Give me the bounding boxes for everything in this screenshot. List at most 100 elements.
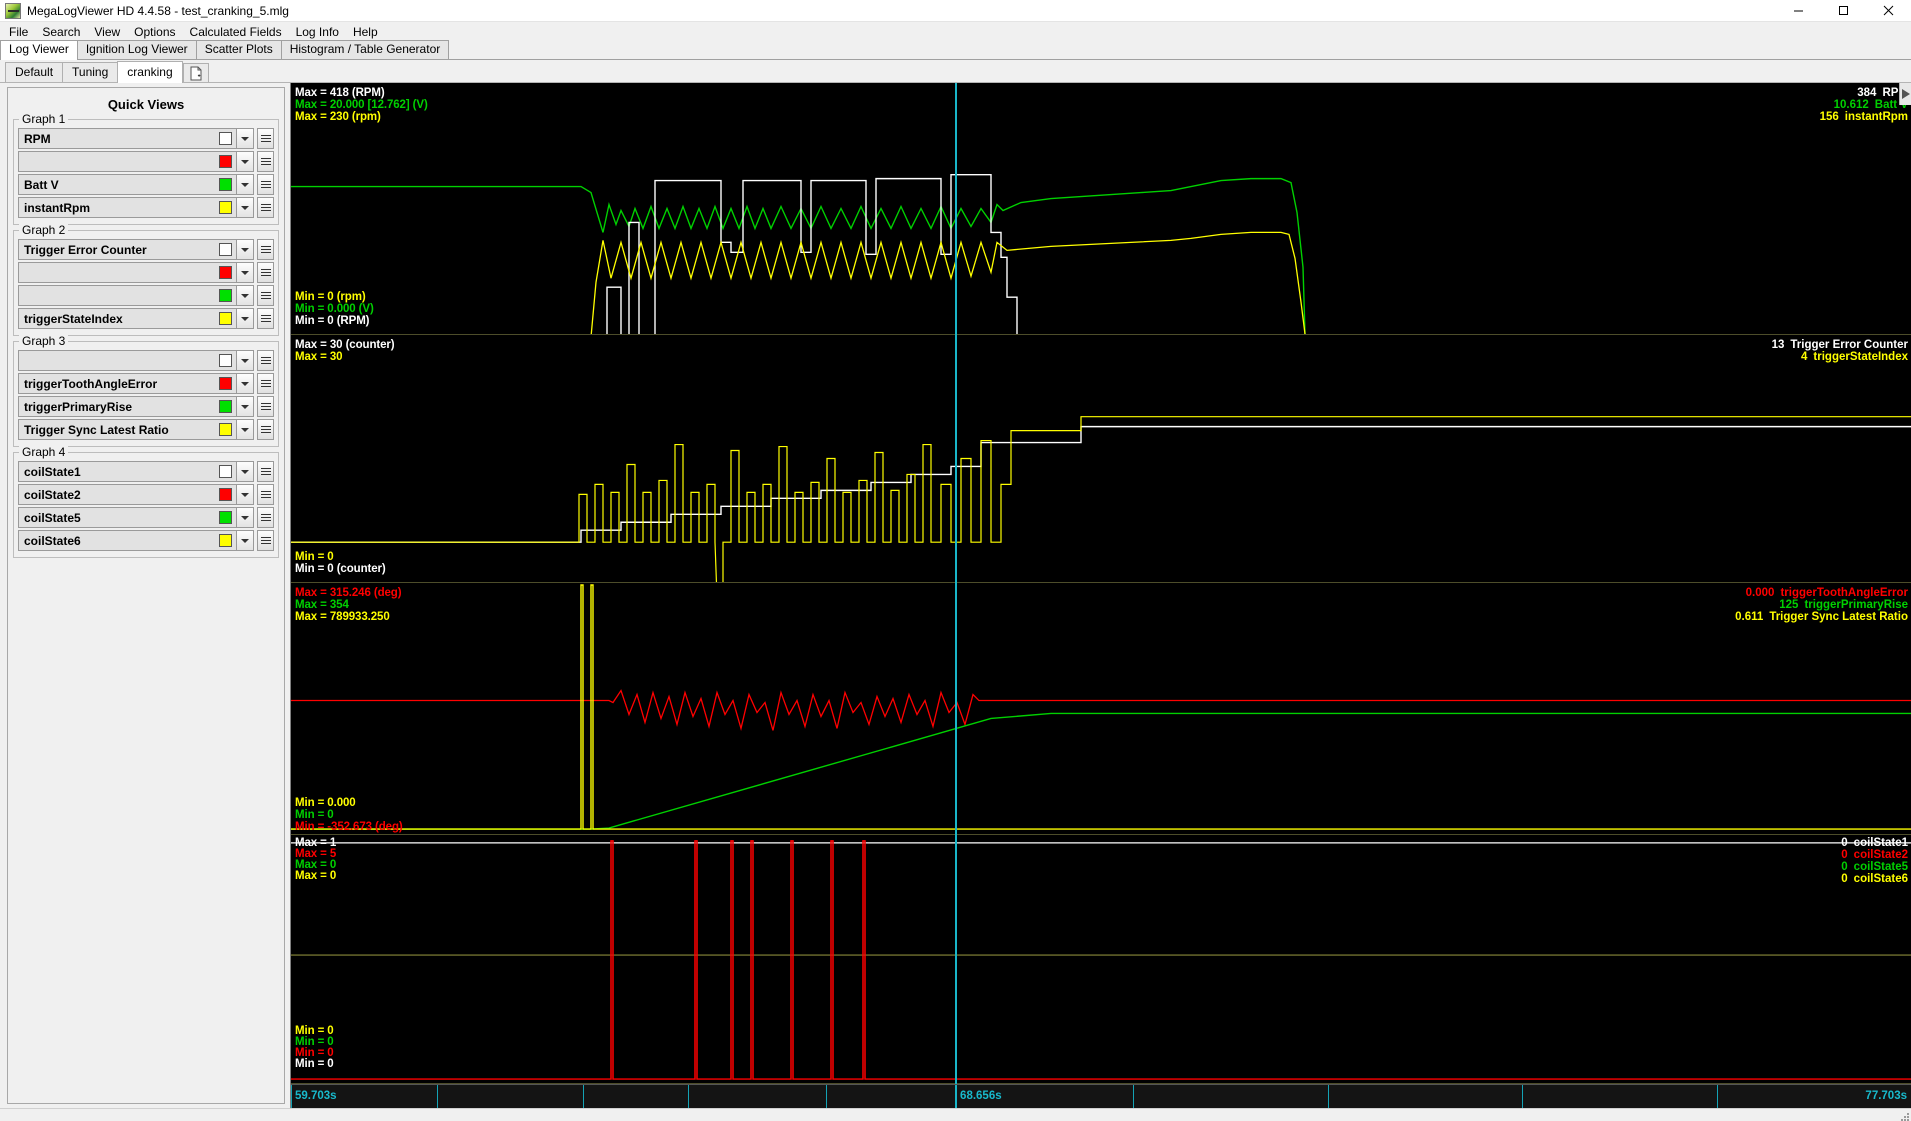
channel-name[interactable]: triggerToothAngleError: [18, 373, 237, 394]
menu-item-options[interactable]: Options: [127, 23, 182, 41]
row-menu-icon[interactable]: [257, 197, 274, 218]
chevron-down-icon[interactable]: [237, 350, 254, 371]
chevron-down-icon[interactable]: [237, 151, 254, 172]
color-swatch[interactable]: [219, 511, 232, 524]
color-swatch[interactable]: [219, 465, 232, 478]
color-swatch[interactable]: [219, 377, 232, 390]
quick-view-row[interactable]: RPM: [18, 128, 274, 149]
menu-item-file[interactable]: File: [2, 23, 35, 41]
chevron-down-icon[interactable]: [237, 507, 254, 528]
chevron-down-icon[interactable]: [237, 530, 254, 551]
quick-view-row[interactable]: Trigger Sync Latest Ratio: [18, 419, 274, 440]
log-viewer-chart-area[interactable]: Max = 418 (RPM) Max = 20.000 [12.762] (V…: [290, 83, 1911, 1108]
row-menu-icon[interactable]: [257, 484, 274, 505]
graph-1[interactable]: Max = 418 (RPM) Max = 20.000 [12.762] (V…: [291, 83, 1911, 335]
color-swatch[interactable]: [219, 400, 232, 413]
quick-view-row[interactable]: Trigger Error Counter: [18, 239, 274, 260]
timeline-track[interactable]: [291, 1085, 1911, 1108]
quick-view-row[interactable]: [18, 350, 274, 371]
row-menu-icon[interactable]: [257, 239, 274, 260]
view-tab-tuning[interactable]: Tuning: [62, 62, 119, 82]
chevron-down-icon[interactable]: [237, 262, 254, 283]
row-menu-icon[interactable]: [257, 530, 274, 551]
channel-name[interactable]: [18, 350, 237, 371]
row-menu-icon[interactable]: [257, 128, 274, 149]
chevron-down-icon[interactable]: [237, 373, 254, 394]
menu-item-search[interactable]: Search: [35, 23, 87, 41]
color-swatch[interactable]: [219, 155, 232, 168]
channel-name[interactable]: [18, 151, 237, 172]
quick-view-row[interactable]: triggerToothAngleError: [18, 373, 274, 394]
color-swatch[interactable]: [219, 243, 232, 256]
new-page-icon[interactable]: [182, 63, 209, 82]
chevron-down-icon[interactable]: [237, 396, 254, 417]
graph-4[interactable]: Max = 1 Max = 5 Max = 0 Max = 0 Min = 0 …: [291, 835, 1911, 1084]
row-menu-icon[interactable]: [257, 151, 274, 172]
row-menu-icon[interactable]: [257, 461, 274, 482]
chevron-down-icon[interactable]: [237, 239, 254, 260]
view-tab-cranking[interactable]: cranking: [117, 61, 183, 83]
color-swatch[interactable]: [219, 201, 232, 214]
chevron-down-icon[interactable]: [237, 197, 254, 218]
chevron-down-icon[interactable]: [237, 285, 254, 306]
row-menu-icon[interactable]: [257, 373, 274, 394]
chevron-down-icon[interactable]: [237, 461, 254, 482]
quick-view-row[interactable]: triggerStateIndex: [18, 308, 274, 329]
row-menu-icon[interactable]: [257, 174, 274, 195]
tab-log-viewer[interactable]: Log Viewer: [0, 40, 78, 60]
chevron-down-icon[interactable]: [237, 419, 254, 440]
quick-view-row[interactable]: Batt V: [18, 174, 274, 195]
quick-view-row[interactable]: coilState5: [18, 507, 274, 528]
menu-item-calculated-fields[interactable]: Calculated Fields: [183, 23, 289, 41]
quick-view-row[interactable]: [18, 285, 274, 306]
quick-view-row[interactable]: coilState1: [18, 461, 274, 482]
row-menu-icon[interactable]: [257, 285, 274, 306]
row-menu-icon[interactable]: [257, 396, 274, 417]
quick-view-row[interactable]: [18, 151, 274, 172]
quick-view-row[interactable]: instantRpm: [18, 197, 274, 218]
time-cursor-line[interactable]: [955, 83, 958, 1084]
channel-name[interactable]: RPM: [18, 128, 237, 149]
color-swatch[interactable]: [219, 178, 232, 191]
graph-3[interactable]: Max = 315.246 (deg) Max = 354 Max = 7899…: [291, 583, 1911, 835]
channel-name[interactable]: instantRpm: [18, 197, 237, 218]
chevron-down-icon[interactable]: [237, 128, 254, 149]
maximize-button[interactable]: [1821, 0, 1866, 22]
color-swatch[interactable]: [219, 423, 232, 436]
color-swatch[interactable]: [219, 289, 232, 302]
channel-name[interactable]: [18, 262, 237, 283]
timeline-cursor[interactable]: [955, 1085, 958, 1108]
channel-name[interactable]: Trigger Sync Latest Ratio: [18, 419, 237, 440]
channel-name[interactable]: coilState6: [18, 530, 237, 551]
color-swatch[interactable]: [219, 132, 232, 145]
row-menu-icon[interactable]: [257, 262, 274, 283]
channel-name[interactable]: coilState5: [18, 507, 237, 528]
chevron-down-icon[interactable]: [237, 174, 254, 195]
chevron-down-icon[interactable]: [237, 484, 254, 505]
quick-view-row[interactable]: coilState2: [18, 484, 274, 505]
tab-histogram-table-generator[interactable]: Histogram / Table Generator: [280, 40, 450, 59]
channel-name[interactable]: coilState2: [18, 484, 237, 505]
tab-scatter-plots[interactable]: Scatter Plots: [195, 40, 282, 59]
row-menu-icon[interactable]: [257, 419, 274, 440]
menu-item-log-info[interactable]: Log Info: [289, 23, 346, 41]
resize-grip-icon[interactable]: [1898, 1109, 1910, 1121]
menu-item-view[interactable]: View: [87, 23, 127, 41]
channel-name[interactable]: Batt V: [18, 174, 237, 195]
tab-ignition-log-viewer[interactable]: Ignition Log Viewer: [76, 40, 197, 59]
channel-name[interactable]: coilState1: [18, 461, 237, 482]
row-menu-icon[interactable]: [257, 350, 274, 371]
color-swatch[interactable]: [219, 534, 232, 547]
channel-name[interactable]: [18, 285, 237, 306]
close-button[interactable]: [1866, 0, 1911, 22]
quick-view-row[interactable]: coilState6: [18, 530, 274, 551]
quick-view-row[interactable]: [18, 262, 274, 283]
chart-scroll-marker[interactable]: [1899, 83, 1911, 105]
color-swatch[interactable]: [219, 266, 232, 279]
color-swatch[interactable]: [219, 354, 232, 367]
color-swatch[interactable]: [219, 312, 232, 325]
minimize-button[interactable]: [1776, 0, 1821, 22]
channel-name[interactable]: triggerStateIndex: [18, 308, 237, 329]
color-swatch[interactable]: [219, 488, 232, 501]
channel-name[interactable]: Trigger Error Counter: [18, 239, 237, 260]
